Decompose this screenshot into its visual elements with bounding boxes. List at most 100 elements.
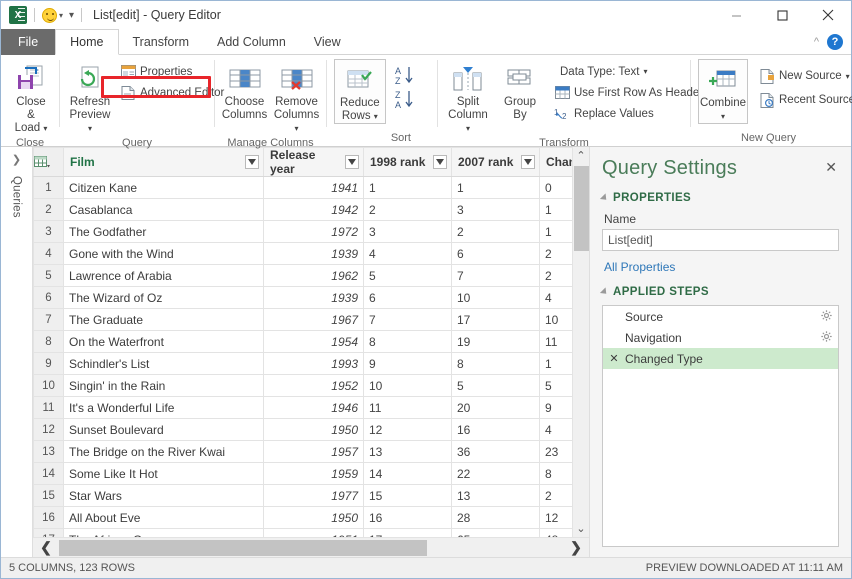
close-and-load-caret-icon[interactable]: ▾ bbox=[43, 124, 47, 133]
applied-step[interactable]: ✕Changed Type bbox=[603, 348, 838, 369]
horizontal-scroll-track[interactable] bbox=[59, 538, 563, 558]
table-row[interactable]: 3The Godfather1972321 bbox=[34, 221, 573, 243]
cell-film[interactable]: The African Queen bbox=[64, 529, 264, 538]
cell-change[interactable]: 11 bbox=[540, 331, 573, 353]
cell-change[interactable]: 1 bbox=[540, 353, 573, 375]
filter-icon-film[interactable] bbox=[245, 155, 259, 169]
cell-change[interactable]: 12 bbox=[540, 507, 573, 529]
row-number[interactable]: 3 bbox=[34, 221, 64, 243]
expand-queries-pane-icon[interactable]: ❯ bbox=[12, 153, 21, 166]
column-header-1998-rank[interactable]: 1998 rank bbox=[364, 148, 452, 177]
cell-release-year[interactable]: 1941 bbox=[264, 177, 364, 199]
cell-2007-rank[interactable]: 2 bbox=[452, 221, 540, 243]
send-a-smile-dropdown-icon[interactable]: ▾ bbox=[59, 11, 63, 20]
table-row[interactable]: 15Star Wars197715132 bbox=[34, 485, 573, 507]
cell-change[interactable]: 1 bbox=[540, 221, 573, 243]
cell-change[interactable]: 4 bbox=[540, 287, 573, 309]
column-header-change[interactable]: Change bbox=[540, 148, 573, 177]
combine-button[interactable]: Combine ▾ bbox=[698, 59, 748, 124]
cell-release-year[interactable]: 1972 bbox=[264, 221, 364, 243]
cell-1998-rank[interactable]: 11 bbox=[364, 397, 452, 419]
cell-release-year[interactable]: 1939 bbox=[264, 243, 364, 265]
cell-change[interactable]: 1 bbox=[540, 199, 573, 221]
applied-steps-section-header[interactable]: APPLIED STEPS bbox=[602, 286, 839, 298]
cell-film[interactable]: Lawrence of Arabia bbox=[64, 265, 264, 287]
cell-release-year[interactable]: 1977 bbox=[264, 485, 364, 507]
table-row[interactable]: 11It's a Wonderful Life194611209 bbox=[34, 397, 573, 419]
cell-2007-rank[interactable]: 17 bbox=[452, 309, 540, 331]
reduce-rows-button[interactable]: Reduce Rows ▾ bbox=[334, 59, 386, 124]
table-row[interactable]: 8On the Waterfront195481911 bbox=[34, 331, 573, 353]
row-number[interactable]: 11 bbox=[34, 397, 64, 419]
advanced-editor-button[interactable]: Advanced Editor bbox=[117, 82, 229, 103]
cell-2007-rank[interactable]: 3 bbox=[452, 199, 540, 221]
reduce-rows-caret-icon[interactable]: ▾ bbox=[374, 112, 378, 121]
applied-step[interactable]: Source bbox=[603, 306, 838, 327]
cell-release-year[interactable]: 1942 bbox=[264, 199, 364, 221]
tab-transform[interactable]: Transform bbox=[119, 29, 204, 55]
cell-2007-rank[interactable]: 28 bbox=[452, 507, 540, 529]
cell-change[interactable]: 4 bbox=[540, 419, 573, 441]
cell-film[interactable]: The Wizard of Oz bbox=[64, 287, 264, 309]
row-number[interactable]: 2 bbox=[34, 199, 64, 221]
cell-1998-rank[interactable]: 2 bbox=[364, 199, 452, 221]
table-row[interactable]: 9Schindler's List1993981 bbox=[34, 353, 573, 375]
column-header-film[interactable]: Film bbox=[64, 148, 264, 177]
cell-2007-rank[interactable]: 10 bbox=[452, 287, 540, 309]
row-number[interactable]: 4 bbox=[34, 243, 64, 265]
cell-change[interactable]: 8 bbox=[540, 463, 573, 485]
cell-1998-rank[interactable]: 16 bbox=[364, 507, 452, 529]
scroll-left-icon[interactable]: ❮ bbox=[33, 539, 59, 556]
split-column-caret-icon[interactable]: ▾ bbox=[466, 124, 470, 133]
horizontal-scrollbar[interactable]: ❮ ❯ bbox=[33, 537, 589, 557]
cell-release-year[interactable]: 1951 bbox=[264, 529, 364, 538]
cell-film[interactable]: It's a Wonderful Life bbox=[64, 397, 264, 419]
table-row[interactable]: 16All About Eve1950162812 bbox=[34, 507, 573, 529]
row-number[interactable]: 12 bbox=[34, 419, 64, 441]
table-row[interactable]: 2Casablanca1942231 bbox=[34, 199, 573, 221]
cell-film[interactable]: All About Eve bbox=[64, 507, 264, 529]
cell-2007-rank[interactable]: 36 bbox=[452, 441, 540, 463]
combine-caret-icon[interactable]: ▾ bbox=[721, 110, 725, 123]
cell-1998-rank[interactable]: 10 bbox=[364, 375, 452, 397]
cell-2007-rank[interactable]: 19 bbox=[452, 331, 540, 353]
cell-2007-rank[interactable]: 5 bbox=[452, 375, 540, 397]
select-all-columns-button[interactable] bbox=[34, 148, 64, 177]
cell-release-year[interactable]: 1957 bbox=[264, 441, 364, 463]
close-query-settings-icon[interactable]: ✕ bbox=[823, 157, 839, 177]
cell-film[interactable]: Star Wars bbox=[64, 485, 264, 507]
table-row[interactable]: 13The Bridge on the River Kwai1957133623 bbox=[34, 441, 573, 463]
cell-2007-rank[interactable]: 7 bbox=[452, 265, 540, 287]
row-number[interactable]: 1 bbox=[34, 177, 64, 199]
column-header-2007-rank[interactable]: 2007 rank bbox=[452, 148, 540, 177]
cell-film[interactable]: Gone with the Wind bbox=[64, 243, 264, 265]
table-row[interactable]: 17The African Queen1951176548 bbox=[34, 529, 573, 538]
cell-change[interactable]: 23 bbox=[540, 441, 573, 463]
cell-film[interactable]: The Godfather bbox=[64, 221, 264, 243]
table-row[interactable]: 10Singin' in the Rain19521055 bbox=[34, 375, 573, 397]
cell-release-year[interactable]: 1950 bbox=[264, 419, 364, 441]
filter-icon-1998-rank[interactable] bbox=[433, 155, 447, 169]
help-icon[interactable]: ? bbox=[827, 34, 843, 50]
scroll-down-icon[interactable]: ⌄ bbox=[573, 520, 590, 537]
cell-change[interactable]: 48 bbox=[540, 529, 573, 538]
applied-step[interactable]: Navigation bbox=[603, 327, 838, 348]
table-row[interactable]: 14Some Like It Hot195914228 bbox=[34, 463, 573, 485]
cell-1998-rank[interactable]: 4 bbox=[364, 243, 452, 265]
tab-file[interactable]: File bbox=[1, 29, 55, 55]
filter-icon-2007-rank[interactable] bbox=[521, 155, 535, 169]
properties-section-header[interactable]: PROPERTIES bbox=[602, 192, 839, 204]
cell-change[interactable]: 2 bbox=[540, 485, 573, 507]
vertical-scroll-thumb[interactable] bbox=[574, 166, 589, 251]
row-number[interactable]: 5 bbox=[34, 265, 64, 287]
vertical-scroll-track[interactable] bbox=[573, 164, 590, 520]
sort-descending-button[interactable]: Z A bbox=[392, 87, 424, 111]
cell-1998-rank[interactable]: 1 bbox=[364, 177, 452, 199]
cell-change[interactable]: 2 bbox=[540, 265, 573, 287]
horizontal-scroll-thumb[interactable] bbox=[59, 540, 427, 556]
cell-1998-rank[interactable]: 17 bbox=[364, 529, 452, 538]
properties-button[interactable]: Properties bbox=[117, 61, 229, 82]
minimize-icon[interactable] bbox=[713, 1, 759, 29]
row-number[interactable]: 13 bbox=[34, 441, 64, 463]
vertical-scrollbar[interactable]: ⌃ ⌄ bbox=[572, 147, 589, 537]
